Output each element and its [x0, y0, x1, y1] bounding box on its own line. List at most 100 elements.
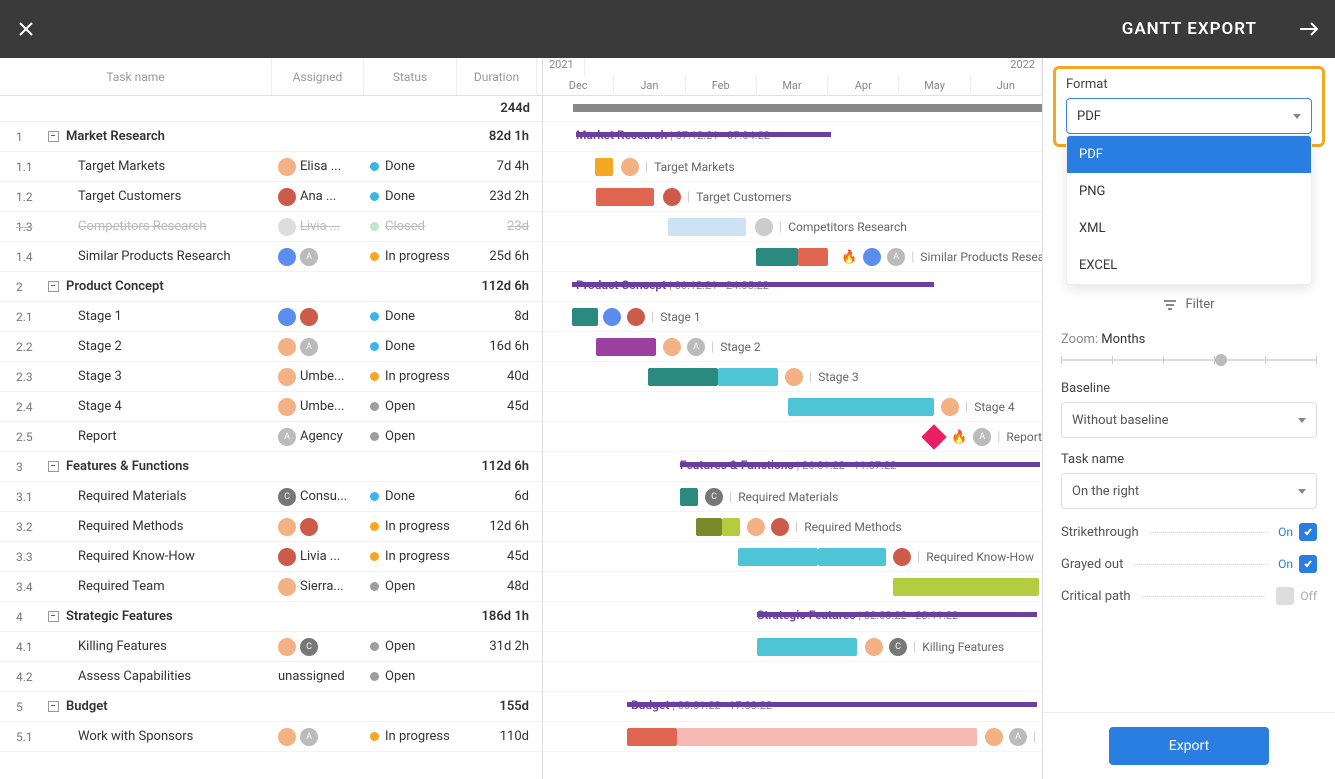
gantt-task-bar[interactable]	[677, 728, 977, 746]
task-row[interactable]: 1.1 Target MarketsElisa ...Done7d 4h	[0, 152, 542, 182]
baseline-select[interactable]: Without baseline	[1061, 402, 1317, 438]
gantt-task-bar[interactable]	[738, 548, 818, 566]
format-option-png[interactable]: PNG	[1067, 173, 1311, 210]
gantt-group-row: Strategic Features | 02.03.22 - 23.11.22	[543, 602, 1042, 632]
task-group-row[interactable]: 5 − Budget 155d	[0, 692, 542, 722]
task-index: 1.4	[0, 250, 44, 264]
milestone-icon[interactable]	[921, 424, 946, 449]
task-status: Done	[364, 309, 457, 324]
gantt-task-bar[interactable]	[572, 308, 598, 326]
task-row[interactable]: 1.2 Target CustomersAna ...Done23d 2h	[0, 182, 542, 212]
avatar: A	[887, 248, 905, 266]
gantt-group-bar[interactable]	[572, 282, 934, 287]
zoom-slider-thumb[interactable]	[1215, 354, 1227, 366]
task-index: 2.5	[0, 430, 44, 444]
gantt-task-bar[interactable]	[595, 158, 613, 176]
avatar	[278, 578, 296, 596]
gantt-task-bar[interactable]	[757, 638, 857, 656]
avatar	[755, 218, 773, 236]
gantt-task-bar[interactable]	[596, 188, 654, 206]
gantt-task-bar[interactable]	[596, 338, 656, 356]
task-row[interactable]: 1.3 Competitors ResearchLivia ...Closed2…	[0, 212, 542, 242]
grayedout-toggle[interactable]: On	[1278, 555, 1317, 573]
task-row[interactable]: 2.3 Stage 3Umbe...In progress40d	[0, 362, 542, 392]
month-label: Jun	[971, 76, 1042, 96]
task-name: Features & Functions	[62, 459, 272, 474]
task-assigned	[272, 308, 364, 326]
task-row[interactable]: 2.5 ReportAAgencyOpen	[0, 422, 542, 452]
taskname-select[interactable]: On the right	[1061, 473, 1317, 509]
criticalpath-toggle[interactable]: Off	[1276, 587, 1317, 605]
close-icon[interactable]	[14, 17, 38, 41]
task-duration: 7d 4h	[457, 159, 537, 174]
gantt-task-label: 🔥A|Report	[951, 428, 1042, 446]
task-status: In progress	[364, 249, 457, 264]
gantt-group-bar[interactable]	[757, 612, 1037, 617]
format-option-pdf[interactable]: PDF	[1067, 136, 1311, 173]
gantt-chart[interactable]: 2021 2022 DecJanFebMarAprMayJun Market R…	[543, 58, 1042, 779]
task-row[interactable]: 4.2 Assess CapabilitiesunassignedOpen	[0, 662, 542, 692]
collapse-icon[interactable]: −	[48, 281, 59, 292]
gantt-task-bar[interactable]	[718, 368, 778, 386]
task-row[interactable]: 1.4 Similar Products ResearchAIn progres…	[0, 242, 542, 272]
avatar	[278, 638, 296, 656]
gantt-task-bar[interactable]	[893, 578, 1039, 596]
collapse-icon[interactable]: −	[48, 461, 59, 472]
zoom-slider[interactable]	[1061, 353, 1317, 367]
avatar	[603, 308, 621, 326]
export-button[interactable]: Export	[1109, 727, 1269, 765]
year-label-2021: 2021	[543, 58, 585, 76]
task-group-row[interactable]: 2 − Product Concept 112d 6h	[0, 272, 542, 302]
format-option-excel[interactable]: EXCEL	[1067, 247, 1311, 284]
checkbox-checked-icon	[1299, 555, 1317, 573]
task-name: Stage 3	[62, 369, 272, 384]
task-row[interactable]: 4.1 Killing FeaturesCOpen31d 2h	[0, 632, 542, 662]
gantt-task-bar[interactable]	[722, 518, 740, 536]
task-row[interactable]: 3.1 Required MaterialsCConsu...Done6d	[0, 482, 542, 512]
gantt-task-bar[interactable]	[798, 248, 828, 266]
format-option-xml[interactable]: XML	[1067, 210, 1311, 247]
gantt-task-bar[interactable]	[627, 728, 677, 746]
gantt-summary-bar-row	[543, 96, 1042, 122]
task-row[interactable]: 2.1 Stage 1Done8d	[0, 302, 542, 332]
gantt-task-bar[interactable]	[818, 548, 886, 566]
task-status: Done	[364, 159, 457, 174]
task-index: 2.4	[0, 400, 44, 414]
gantt-group-bar[interactable]	[576, 132, 831, 137]
task-duration: 155d	[457, 699, 537, 714]
collapse-icon[interactable]: −	[48, 611, 59, 622]
gantt-group-bar[interactable]	[627, 702, 1037, 707]
collapse-icon[interactable]: −	[48, 131, 59, 142]
task-assigned: Umbe...	[272, 368, 364, 386]
task-duration: 12d 6h	[457, 519, 537, 534]
task-row[interactable]: 3.2 Required MethodsIn progress12d 6h	[0, 512, 542, 542]
month-label: Feb	[686, 76, 757, 96]
avatar	[278, 338, 296, 356]
task-group-row[interactable]: 4 − Strategic Features 186d 1h	[0, 602, 542, 632]
gantt-task-bar[interactable]	[668, 218, 746, 236]
task-row[interactable]: 2.2 Stage 2ADone16d 6h	[0, 332, 542, 362]
task-row[interactable]: 3.4 Required TeamSierra...Open48d	[0, 572, 542, 602]
format-select[interactable]: PDF	[1066, 98, 1312, 134]
task-group-row[interactable]: 1 − Market Research 82d 1h	[0, 122, 542, 152]
gantt-task-label: A|Work with Sponsors	[985, 728, 1042, 746]
forward-arrow-icon[interactable]	[1297, 17, 1321, 41]
gantt-task-bar[interactable]	[756, 248, 798, 266]
filter-button[interactable]: Filter	[1061, 297, 1317, 312]
task-group-row[interactable]: 3 − Features & Functions 112d 6h	[0, 452, 542, 482]
task-index: 4.1	[0, 640, 44, 654]
task-row[interactable]: 3.3 Required Know-HowLivia ...In progres…	[0, 542, 542, 572]
avatar	[893, 548, 911, 566]
avatar	[278, 158, 296, 176]
gantt-group-bar[interactable]	[680, 462, 1040, 467]
gantt-task-bar[interactable]	[696, 518, 722, 536]
collapse-icon[interactable]: −	[48, 701, 59, 712]
strikethrough-toggle[interactable]: On	[1278, 523, 1317, 541]
gantt-task-bar[interactable]	[788, 398, 934, 416]
avatar: C	[300, 638, 318, 656]
avatar: A	[973, 428, 991, 446]
task-row[interactable]: 2.4 Stage 4Umbe...Open45d	[0, 392, 542, 422]
task-row[interactable]: 5.1 Work with SponsorsAIn progress110d	[0, 722, 542, 752]
gantt-task-bar[interactable]	[680, 488, 698, 506]
gantt-task-bar[interactable]	[648, 368, 718, 386]
